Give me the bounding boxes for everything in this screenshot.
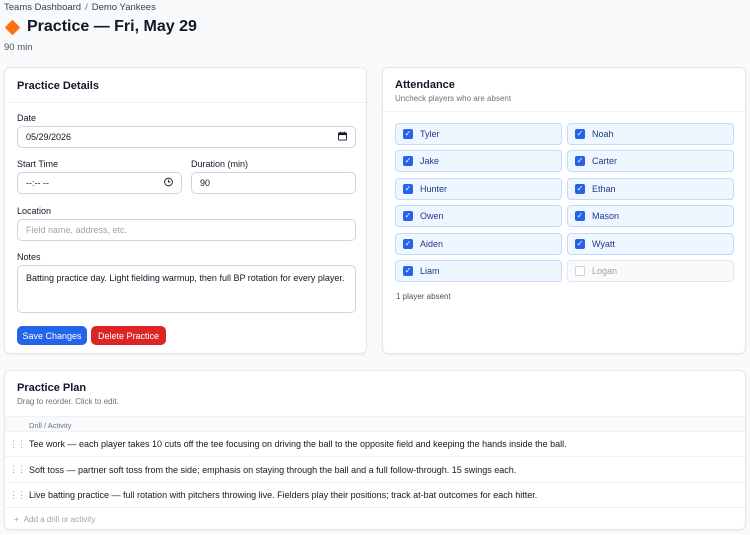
player-name: Wyatt: [592, 238, 615, 249]
add-drill-label: Add a drill or activity: [23, 515, 96, 524]
practice-plan-title: Practice Plan: [17, 382, 87, 394]
attendance-subtitle: Uncheck players who are absent: [395, 94, 512, 103]
checkbox-checked-icon[interactable]: ✓: [403, 238, 413, 249]
attendance-card: Attendance Uncheck players who are absen…: [382, 67, 746, 354]
checkbox-checked-icon[interactable]: ✓: [403, 266, 413, 276]
plus-icon: +: [14, 515, 19, 524]
drill-row[interactable]: ⋮⋮ Soft toss — partner soft toss from the…: [5, 458, 745, 483]
breadcrumb-link-team[interactable]: Demo Yankees: [92, 2, 156, 13]
drill-text: Soft toss — partner soft toss from the s…: [29, 464, 517, 475]
player-name: Jake: [420, 156, 440, 167]
attendance-player-jake[interactable]: ✓ Jake: [395, 150, 562, 173]
save-changes-button[interactable]: Save Changes: [17, 326, 87, 345]
attendance-player-aiden[interactable]: ✓ Aiden: [395, 232, 562, 255]
location-input[interactable]: Field name, address, etc.: [17, 219, 356, 241]
attendance-player-mason[interactable]: ✓ Mason: [567, 205, 734, 228]
attendance-player-wyatt[interactable]: ✓ Wyatt: [567, 232, 734, 255]
duration-value: 90: [200, 178, 211, 188]
breadcrumb-link-teams-dashboard[interactable]: Teams Dashboard: [4, 2, 81, 13]
attendance-player-hunter[interactable]: ✓ Hunter: [395, 177, 562, 200]
date-value: 05/29/2026: [26, 132, 72, 142]
absent-count: 1 player absent: [396, 292, 451, 301]
page-header: Practice — Fri, May 29: [4, 18, 197, 36]
checkbox-checked-icon[interactable]: ✓: [403, 211, 413, 222]
player-name: Owen: [420, 211, 444, 222]
player-name: Hunter: [420, 183, 448, 194]
breadcrumb: Teams Dashboard / Demo Yankees: [4, 2, 156, 13]
drill-row[interactable]: ⋮⋮ Tee work — each player takes 10 cuts o…: [5, 432, 745, 457]
practice-details-card: Practice Details Date 05/29/2026 Start T…: [4, 67, 367, 354]
attendance-player-owen[interactable]: ✓ Owen: [395, 205, 562, 228]
drag-handle-icon[interactable]: ⋮⋮: [5, 439, 29, 450]
calendar-icon[interactable]: [338, 131, 347, 143]
drill-row[interactable]: ⋮⋮ Live batting practice — full rotation …: [5, 483, 745, 508]
breadcrumb-separator: /: [85, 2, 88, 13]
practice-plan-header: Practice Plan Drag to reorder. Click to …: [5, 371, 745, 416]
start-time-label: Start Time: [17, 159, 59, 169]
attendance-player-noah[interactable]: ✓ Noah: [567, 123, 734, 145]
page-title: Practice — Fri, May 29: [27, 18, 197, 35]
player-name: Logan: [592, 266, 618, 276]
checkbox-checked-icon[interactable]: ✓: [575, 183, 585, 194]
player-name: Tyler: [420, 129, 440, 139]
player-name: Mason: [592, 211, 620, 222]
practice-plan-card: Practice Plan Drag to reorder. Click to …: [4, 370, 746, 530]
practice-diamond-icon: [4, 19, 21, 35]
start-time-value: --:-- --: [26, 178, 49, 188]
clock-icon[interactable]: [164, 177, 173, 189]
checkbox-checked-icon[interactable]: ✓: [575, 238, 585, 249]
player-name: Carter: [592, 156, 618, 167]
drill-text: Live batting practice — full rotation wi…: [29, 490, 538, 500]
attendance-player-ethan[interactable]: ✓ Ethan: [567, 177, 734, 200]
drag-handle-icon[interactable]: ⋮⋮: [5, 490, 29, 501]
practice-duration-text: 90 min: [4, 42, 33, 53]
delete-practice-button[interactable]: Delete Practice: [91, 326, 166, 345]
checkbox-checked-icon[interactable]: ✓: [575, 129, 585, 139]
notes-textarea[interactable]: Batting practice day. Light fielding war…: [17, 265, 356, 313]
checkbox-checked-icon[interactable]: ✓: [403, 183, 413, 194]
checkbox-checked-icon[interactable]: ✓: [403, 156, 413, 167]
duration-label: Duration (min): [191, 159, 249, 169]
checkbox-checked-icon[interactable]: ✓: [575, 156, 585, 167]
attendance-player-carter[interactable]: ✓ Carter: [567, 150, 734, 173]
checkbox-checked-icon[interactable]: ✓: [403, 129, 413, 139]
start-time-input[interactable]: --:-- --: [17, 172, 182, 194]
attendance-player-tyler[interactable]: ✓ Tyler: [395, 123, 562, 145]
date-input[interactable]: 05/29/2026: [17, 126, 356, 148]
player-name: Aiden: [420, 238, 444, 249]
location-label: Location: [17, 206, 52, 216]
practice-details-title: Practice Details: [17, 80, 99, 92]
drill-column-header: Drill / Activity: [5, 416, 745, 432]
player-name: Liam: [420, 266, 440, 276]
player-name: Noah: [592, 129, 614, 139]
attendance-header: Attendance Uncheck players who are absen…: [383, 68, 745, 112]
practice-details-header: Practice Details: [5, 68, 366, 103]
location-placeholder: Field name, address, etc.: [26, 225, 128, 235]
attendance-player-liam[interactable]: ✓ Liam: [395, 260, 562, 282]
notes-value: Batting practice day. Light fielding war…: [26, 273, 345, 283]
add-drill-button[interactable]: + Add a drill or activity: [14, 515, 95, 524]
practice-plan-subtitle: Drag to reorder. Click to edit.: [17, 397, 119, 406]
drag-handle-icon[interactable]: ⋮⋮: [5, 464, 29, 475]
notes-label: Notes: [17, 252, 41, 262]
attendance-title: Attendance: [395, 79, 455, 91]
attendance-player-logan[interactable]: Logan: [567, 260, 734, 282]
drill-text: Tee work — each player takes 10 cuts off…: [29, 439, 567, 449]
player-name: Ethan: [592, 183, 616, 194]
duration-input[interactable]: 90: [191, 172, 356, 194]
date-label: Date: [17, 113, 37, 123]
checkbox-unchecked-icon[interactable]: [575, 266, 585, 276]
checkbox-checked-icon[interactable]: ✓: [575, 211, 585, 222]
